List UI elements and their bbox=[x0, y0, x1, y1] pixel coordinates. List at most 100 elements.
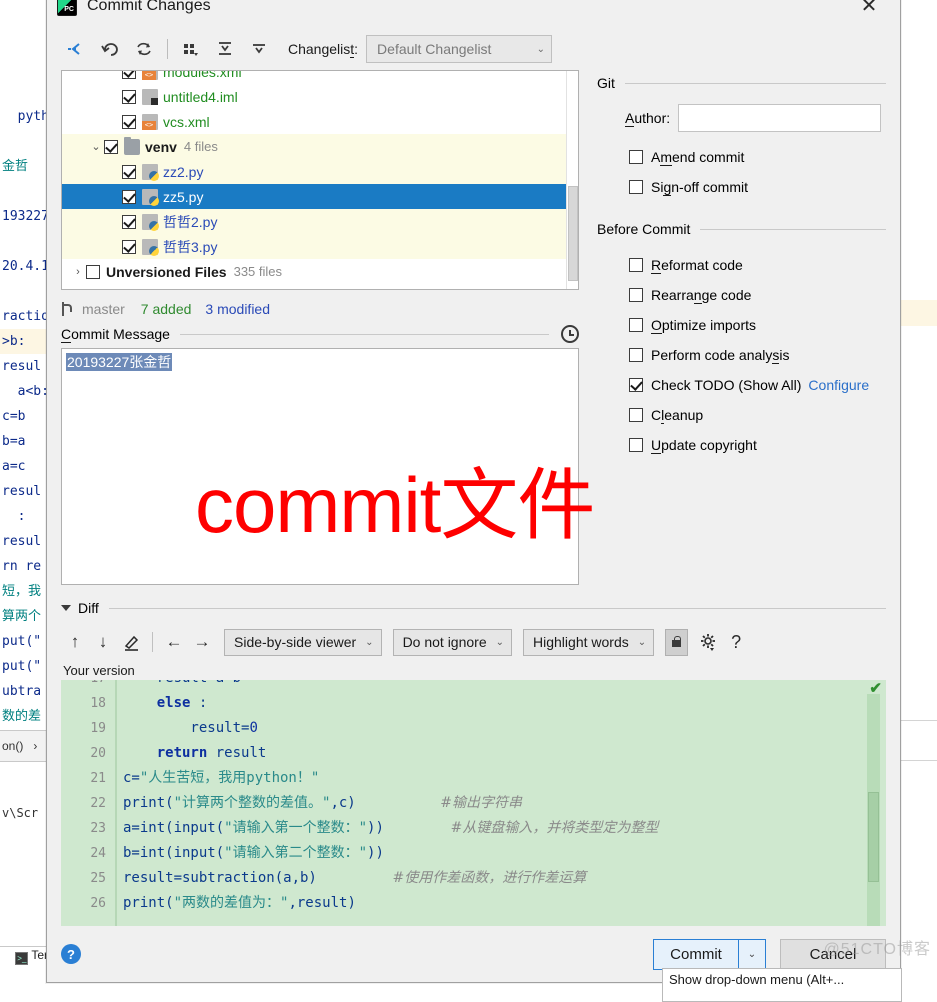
git-option[interactable]: Amend commit bbox=[597, 142, 886, 172]
expand-all-icon[interactable] bbox=[210, 36, 240, 62]
folder-file-icon bbox=[124, 136, 140, 155]
background-terminal-tab[interactable]: >_ Ter bbox=[2, 934, 48, 979]
row-checkbox[interactable] bbox=[122, 214, 136, 229]
terminal-icon: >_ bbox=[15, 952, 29, 965]
code-line: result=subtraction(a,b) #使用作差函数，进行作差运算 bbox=[119, 866, 864, 891]
table-row[interactable]: 哲哲2.py bbox=[62, 209, 566, 234]
file-count: 335 files bbox=[233, 264, 283, 279]
help-icon[interactable]: ? bbox=[61, 944, 81, 964]
row-checkbox[interactable] bbox=[122, 89, 136, 104]
tree-scrollbar[interactable] bbox=[566, 71, 578, 289]
revert-icon[interactable] bbox=[95, 36, 125, 62]
tree-scrollbar-thumb[interactable] bbox=[568, 186, 578, 281]
before-commit-option[interactable]: Reformat code bbox=[597, 250, 886, 280]
viewer-mode-select[interactable]: Side-by-side viewer ⌄ bbox=[224, 628, 382, 656]
background-right-editor bbox=[895, 0, 937, 983]
code-token: result=subtraction(a,b) bbox=[123, 870, 317, 886]
option-checkbox[interactable] bbox=[629, 408, 643, 422]
row-checkbox[interactable] bbox=[122, 71, 136, 79]
expand-toggle-icon[interactable]: › bbox=[70, 266, 86, 278]
table-row[interactable]: 哲哲3.py bbox=[62, 234, 566, 259]
changed-files-tree[interactable]: modules.xml untitled4.iml vcs.xml ⌄ venv 4 fi… bbox=[61, 70, 579, 290]
py-file-icon bbox=[142, 238, 159, 256]
row-checkbox[interactable] bbox=[122, 239, 136, 254]
collapse-to-selection-icon[interactable] bbox=[61, 36, 91, 62]
table-row[interactable]: ⌄ venv 4 files bbox=[62, 134, 566, 159]
row-checkbox[interactable] bbox=[86, 264, 100, 279]
table-row[interactable]: modules.xml bbox=[62, 71, 566, 84]
row-checkbox[interactable] bbox=[122, 164, 136, 179]
option-checkbox[interactable] bbox=[629, 348, 643, 362]
changelist-select[interactable]: Default Changelist ⌄ bbox=[366, 35, 553, 63]
edit-source-icon[interactable] bbox=[117, 629, 145, 655]
refresh-icon[interactable] bbox=[129, 36, 159, 62]
before-commit-option[interactable]: Cleanup bbox=[597, 400, 886, 430]
option-checkbox[interactable] bbox=[629, 180, 643, 194]
before-commit-option[interactable]: Optimize imports bbox=[597, 310, 886, 340]
background-code-line: 金哲 bbox=[2, 159, 29, 174]
dialog-title: Commit Changes bbox=[87, 0, 211, 14]
code-content[interactable]: result=a-b else : result=0 return result… bbox=[119, 680, 864, 926]
group-by-icon[interactable] bbox=[176, 36, 206, 62]
lock-icon[interactable] bbox=[665, 628, 689, 656]
xml-file-icon bbox=[142, 71, 158, 80]
background-right-divider-1 bbox=[895, 720, 937, 721]
file-name: venv bbox=[145, 138, 177, 155]
next-difference-icon[interactable]: ↓ bbox=[89, 629, 117, 655]
table-row[interactable]: untitled4.iml bbox=[62, 84, 566, 109]
code-scrollbar[interactable]: ✔ bbox=[864, 680, 886, 926]
option-checkbox[interactable] bbox=[629, 150, 643, 164]
git-option[interactable]: Sign-off commit bbox=[597, 172, 886, 202]
code-scrollbar-thumb[interactable] bbox=[868, 792, 879, 882]
line-number: 19 bbox=[90, 721, 106, 736]
clock-icon[interactable] bbox=[561, 325, 579, 343]
background-code-line bbox=[0, 229, 48, 254]
commit-message-input[interactable]: 20193227张金哲 bbox=[61, 348, 579, 585]
option-label: Perform code analysis bbox=[651, 347, 790, 364]
before-commit-option[interactable]: Check TODO (Show All) Configure bbox=[597, 370, 886, 400]
row-checkbox[interactable] bbox=[122, 189, 136, 204]
option-checkbox[interactable] bbox=[629, 288, 643, 302]
commit-dropdown-arrow-icon[interactable]: ⌄ bbox=[739, 938, 766, 970]
before-commit-option[interactable]: Perform code analysis bbox=[597, 340, 886, 370]
table-row[interactable]: zz5.py bbox=[62, 184, 566, 209]
accept-left-icon[interactable]: ← bbox=[160, 629, 188, 655]
accept-right-icon[interactable]: → bbox=[188, 629, 216, 655]
diff-code-pane[interactable]: 17 18 19 20 21 22 23 24 25 26 result=a-b else : r… bbox=[61, 680, 886, 926]
option-label: Amend commit bbox=[651, 149, 745, 166]
option-checkbox[interactable] bbox=[629, 318, 643, 332]
row-checkbox[interactable] bbox=[122, 114, 136, 129]
configure-link[interactable]: Configure bbox=[808, 377, 869, 393]
before-commit-option[interactable]: Rearrange code bbox=[597, 280, 886, 310]
commit-button[interactable]: Commit bbox=[653, 938, 739, 970]
question-mark-icon[interactable]: ? bbox=[722, 629, 750, 655]
expand-toggle-icon[interactable]: ⌄ bbox=[88, 140, 104, 153]
code-token: print( bbox=[123, 895, 174, 911]
previous-difference-icon[interactable]: ↑ bbox=[61, 629, 89, 655]
background-right-divider-2 bbox=[895, 760, 937, 761]
row-checkbox[interactable] bbox=[104, 139, 118, 154]
option-checkbox[interactable] bbox=[629, 378, 643, 392]
highlight-mode-select[interactable]: Highlight words ⌄ bbox=[523, 628, 655, 656]
table-row[interactable]: zz2.py bbox=[62, 159, 566, 184]
author-label: Author: bbox=[625, 110, 671, 127]
collapse-all-icon[interactable] bbox=[244, 36, 274, 62]
code-token: "人生苦短，我用python！" bbox=[139, 770, 320, 786]
collapse-triangle-icon[interactable] bbox=[61, 605, 71, 611]
line-number: 17 bbox=[61, 680, 106, 691]
before-commit-option[interactable]: Update copyright bbox=[597, 430, 886, 460]
table-row[interactable]: › Unversioned Files 335 files bbox=[62, 259, 566, 284]
code-token: )) bbox=[367, 820, 384, 836]
close-icon[interactable]: ✕ bbox=[852, 0, 886, 23]
table-row[interactable]: vcs.xml bbox=[62, 109, 566, 134]
option-checkbox[interactable] bbox=[629, 438, 643, 452]
ignore-mode-select[interactable]: Do not ignore ⌄ bbox=[392, 628, 513, 656]
background-code-line: 193227 bbox=[2, 209, 48, 224]
option-checkbox[interactable] bbox=[629, 258, 643, 272]
commit-split-button: Commit ⌄ bbox=[653, 938, 766, 970]
gear-icon[interactable] bbox=[694, 629, 722, 655]
author-field[interactable] bbox=[678, 104, 882, 132]
background-code-line: 20.4.1 bbox=[2, 259, 48, 274]
code-token: "计算两个整数的差值。" bbox=[173, 795, 331, 811]
cancel-button[interactable]: Cancel bbox=[780, 938, 886, 970]
